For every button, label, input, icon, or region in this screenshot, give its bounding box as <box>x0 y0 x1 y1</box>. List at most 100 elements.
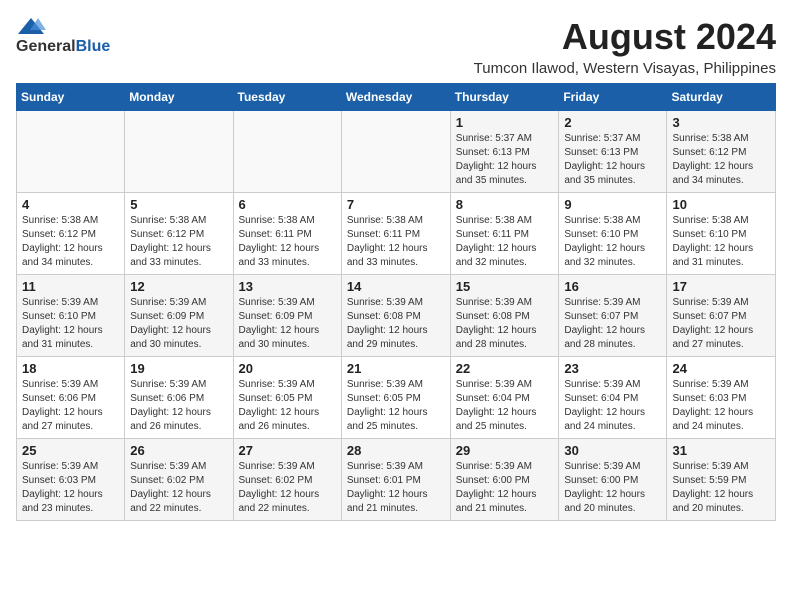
calendar-cell: 10 Sunrise: 5:38 AM Sunset: 6:10 PM Dayli… <box>667 193 776 275</box>
weekday-header-tuesday: Tuesday <box>233 84 341 111</box>
day-number: 30 <box>564 443 661 458</box>
day-info: Sunrise: 5:39 AM Sunset: 6:08 PM Dayligh… <box>347 296 445 352</box>
day-number: 24 <box>672 361 770 376</box>
logo-general: General <box>16 38 76 56</box>
weekday-header-saturday: Saturday <box>667 84 776 111</box>
calendar-cell <box>341 111 450 193</box>
day-info: Sunrise: 5:39 AM Sunset: 6:09 PM Dayligh… <box>239 296 336 352</box>
calendar-cell: 13 Sunrise: 5:39 AM Sunset: 6:09 PM Dayli… <box>233 275 341 357</box>
day-info: Sunrise: 5:39 AM Sunset: 5:59 PM Dayligh… <box>672 460 770 516</box>
calendar-week-row: 18 Sunrise: 5:39 AM Sunset: 6:06 PM Dayli… <box>17 357 776 439</box>
day-number: 3 <box>672 115 770 130</box>
logo-blue: Blue <box>76 38 111 56</box>
calendar-cell: 29 Sunrise: 5:39 AM Sunset: 6:00 PM Dayli… <box>450 439 559 521</box>
day-number: 21 <box>347 361 445 376</box>
day-info: Sunrise: 5:37 AM Sunset: 6:13 PM Dayligh… <box>564 132 661 188</box>
day-info: Sunrise: 5:39 AM Sunset: 6:04 PM Dayligh… <box>564 378 661 434</box>
calendar-cell: 19 Sunrise: 5:39 AM Sunset: 6:06 PM Dayli… <box>125 357 233 439</box>
day-info: Sunrise: 5:39 AM Sunset: 6:06 PM Dayligh… <box>22 378 119 434</box>
calendar-cell: 22 Sunrise: 5:39 AM Sunset: 6:04 PM Dayli… <box>450 357 559 439</box>
day-number: 16 <box>564 279 661 294</box>
day-number: 22 <box>456 361 554 376</box>
calendar-cell <box>125 111 233 193</box>
day-number: 5 <box>130 197 227 212</box>
calendar-week-row: 25 Sunrise: 5:39 AM Sunset: 6:03 PM Dayli… <box>17 439 776 521</box>
calendar-cell: 4Sunrise: 5:38 AM Sunset: 6:12 PM Daylig… <box>17 193 125 275</box>
calendar-week-row: 11 Sunrise: 5:39 AM Sunset: 6:10 PM Dayli… <box>17 275 776 357</box>
day-info: Sunrise: 5:39 AM Sunset: 6:08 PM Dayligh… <box>456 296 554 352</box>
day-info: Sunrise: 5:39 AM Sunset: 6:06 PM Dayligh… <box>130 378 227 434</box>
calendar-cell: 28Sunrise: 5:39 AM Sunset: 6:01 PM Dayli… <box>341 439 450 521</box>
calendar-cell: 23 Sunrise: 5:39 AM Sunset: 6:04 PM Dayli… <box>559 357 667 439</box>
title-section: August 2024 Tumcon Ilawod, Western Visay… <box>474 16 776 77</box>
day-info: Sunrise: 5:39 AM Sunset: 6:04 PM Dayligh… <box>456 378 554 434</box>
calendar-cell: 1 Sunrise: 5:37 AM Sunset: 6:13 PM Daylig… <box>450 111 559 193</box>
calendar-cell: 12Sunrise: 5:39 AM Sunset: 6:09 PM Dayli… <box>125 275 233 357</box>
day-number: 26 <box>130 443 227 458</box>
day-number: 10 <box>672 197 770 212</box>
calendar-cell: 27Sunrise: 5:39 AM Sunset: 6:02 PM Dayli… <box>233 439 341 521</box>
day-number: 9 <box>564 197 661 212</box>
day-info: Sunrise: 5:39 AM Sunset: 6:01 PM Dayligh… <box>347 460 445 516</box>
day-info: Sunrise: 5:38 AM Sunset: 6:12 PM Dayligh… <box>130 214 227 270</box>
calendar-table: SundayMondayTuesdayWednesdayThursdayFrid… <box>16 83 776 521</box>
day-info: Sunrise: 5:38 AM Sunset: 6:11 PM Dayligh… <box>347 214 445 270</box>
calendar-cell: 17Sunrise: 5:39 AM Sunset: 6:07 PM Dayli… <box>667 275 776 357</box>
logo-icon <box>16 16 46 38</box>
calendar-cell: 26Sunrise: 5:39 AM Sunset: 6:02 PM Dayli… <box>125 439 233 521</box>
day-number: 7 <box>347 197 445 212</box>
calendar-week-row: 1 Sunrise: 5:37 AM Sunset: 6:13 PM Daylig… <box>17 111 776 193</box>
calendar-cell: 25 Sunrise: 5:39 AM Sunset: 6:03 PM Dayli… <box>17 439 125 521</box>
day-number: 20 <box>239 361 336 376</box>
day-info: Sunrise: 5:39 AM Sunset: 6:02 PM Dayligh… <box>239 460 336 516</box>
day-number: 4 <box>22 197 119 212</box>
day-info: Sunrise: 5:37 AM Sunset: 6:13 PM Dayligh… <box>456 132 554 188</box>
day-number: 2 <box>564 115 661 130</box>
weekday-header-sunday: Sunday <box>17 84 125 111</box>
weekday-header-friday: Friday <box>559 84 667 111</box>
day-info: Sunrise: 5:38 AM Sunset: 6:11 PM Dayligh… <box>456 214 554 270</box>
calendar-cell: 8 Sunrise: 5:38 AM Sunset: 6:11 PM Daylig… <box>450 193 559 275</box>
calendar-cell: 20Sunrise: 5:39 AM Sunset: 6:05 PM Dayli… <box>233 357 341 439</box>
day-number: 1 <box>456 115 554 130</box>
calendar-cell: 11 Sunrise: 5:39 AM Sunset: 6:10 PM Dayli… <box>17 275 125 357</box>
weekday-header-row: SundayMondayTuesdayWednesdayThursdayFrid… <box>17 84 776 111</box>
day-info: Sunrise: 5:39 AM Sunset: 6:07 PM Dayligh… <box>672 296 770 352</box>
calendar-cell: 9 Sunrise: 5:38 AM Sunset: 6:10 PM Daylig… <box>559 193 667 275</box>
day-number: 29 <box>456 443 554 458</box>
location-subtitle: Tumcon Ilawod, Western Visayas, Philippi… <box>474 60 776 77</box>
day-number: 11 <box>22 279 119 294</box>
day-info: Sunrise: 5:38 AM Sunset: 6:11 PM Dayligh… <box>239 214 336 270</box>
weekday-header-monday: Monday <box>125 84 233 111</box>
page-header: General Blue August 2024 Tumcon Ilawod, … <box>16 16 776 77</box>
day-info: Sunrise: 5:39 AM Sunset: 6:10 PM Dayligh… <box>22 296 119 352</box>
calendar-cell: 15 Sunrise: 5:39 AM Sunset: 6:08 PM Dayli… <box>450 275 559 357</box>
day-number: 12 <box>130 279 227 294</box>
calendar-cell <box>233 111 341 193</box>
calendar-cell: 2 Sunrise: 5:37 AM Sunset: 6:13 PM Daylig… <box>559 111 667 193</box>
calendar-cell: 7 Sunrise: 5:38 AM Sunset: 6:11 PM Daylig… <box>341 193 450 275</box>
day-number: 6 <box>239 197 336 212</box>
weekday-header-thursday: Thursday <box>450 84 559 111</box>
day-number: 18 <box>22 361 119 376</box>
day-number: 13 <box>239 279 336 294</box>
calendar-week-row: 4 Sunrise: 5:38 AM Sunset: 6:12 PM Daylig… <box>17 193 776 275</box>
calendar-cell: 14 Sunrise: 5:39 AM Sunset: 6:08 PM Dayli… <box>341 275 450 357</box>
day-info: Sunrise: 5:38 AM Sunset: 6:10 PM Dayligh… <box>564 214 661 270</box>
calendar-cell: 3 Sunrise: 5:38 AM Sunset: 6:12 PM Daylig… <box>667 111 776 193</box>
day-info: Sunrise: 5:39 AM Sunset: 6:00 PM Dayligh… <box>456 460 554 516</box>
day-info: Sunrise: 5:38 AM Sunset: 6:10 PM Dayligh… <box>672 214 770 270</box>
day-number: 14 <box>347 279 445 294</box>
day-info: Sunrise: 5:38 AM Sunset: 6:12 PM Dayligh… <box>672 132 770 188</box>
calendar-cell: 24Sunrise: 5:39 AM Sunset: 6:03 PM Dayli… <box>667 357 776 439</box>
day-number: 23 <box>564 361 661 376</box>
day-number: 25 <box>22 443 119 458</box>
day-number: 15 <box>456 279 554 294</box>
day-number: 19 <box>130 361 227 376</box>
day-number: 8 <box>456 197 554 212</box>
day-info: Sunrise: 5:39 AM Sunset: 6:00 PM Dayligh… <box>564 460 661 516</box>
calendar-cell: 6 Sunrise: 5:38 AM Sunset: 6:11 PM Daylig… <box>233 193 341 275</box>
day-info: Sunrise: 5:39 AM Sunset: 6:07 PM Dayligh… <box>564 296 661 352</box>
weekday-header-wednesday: Wednesday <box>341 84 450 111</box>
day-info: Sunrise: 5:39 AM Sunset: 6:03 PM Dayligh… <box>22 460 119 516</box>
